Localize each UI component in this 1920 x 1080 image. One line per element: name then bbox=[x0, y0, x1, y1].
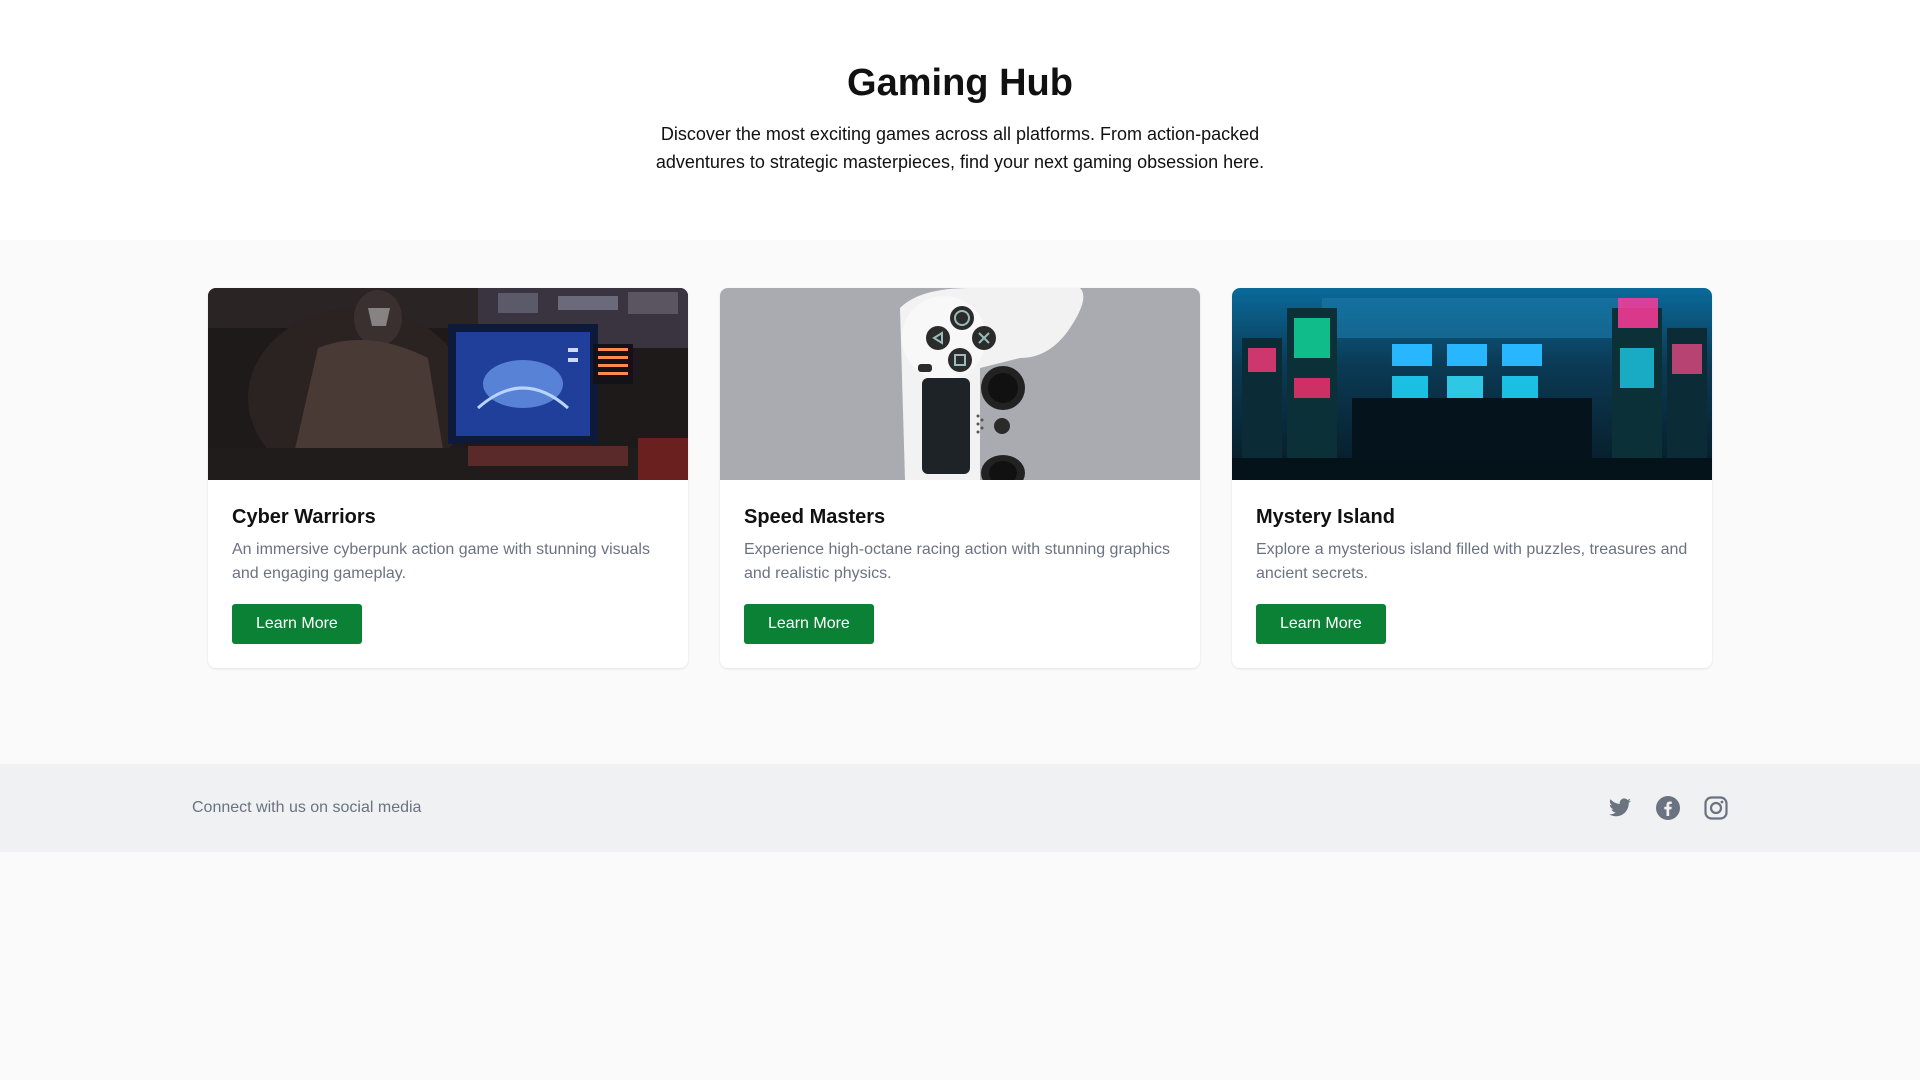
card-title: Speed Masters bbox=[744, 506, 886, 528]
card-description: Experience high-octane racing action wit… bbox=[744, 541, 1171, 582]
facebook-icon[interactable] bbox=[1656, 796, 1680, 820]
games-section: Cyber Warriors An immersive cyberpunk ac… bbox=[0, 240, 1920, 764]
instagram-icon[interactable] bbox=[1704, 796, 1728, 820]
game-card-mystery-island: Mystery Island Explore a mysterious isla… bbox=[1232, 288, 1712, 668]
game-card-cyber-warriors: Cyber Warriors An immersive cyberpunk ac… bbox=[208, 288, 688, 668]
neon-arcade-image bbox=[1232, 288, 1712, 480]
card-description: Explore a mysterious island filled with … bbox=[1256, 541, 1688, 582]
social-links bbox=[1608, 796, 1728, 820]
footer: Connect with us on social media bbox=[0, 764, 1920, 852]
game-card-speed-masters: Speed Masters Experience high-octane rac… bbox=[720, 288, 1200, 668]
twitter-icon[interactable] bbox=[1608, 796, 1632, 820]
learn-more-button[interactable]: Learn More bbox=[232, 604, 362, 644]
game-cards: Cyber Warriors An immersive cyberpunk ac… bbox=[208, 288, 1712, 668]
footer-text: Connect with us on social media bbox=[192, 799, 422, 816]
card-body: Cyber Warriors An immersive cyberpunk ac… bbox=[208, 480, 688, 668]
page-title: Gaming Hub bbox=[847, 62, 1073, 104]
esports-player-image bbox=[208, 288, 688, 480]
card-body: Mystery Island Explore a mysterious isla… bbox=[1232, 480, 1712, 668]
game-controller-image bbox=[720, 288, 1200, 480]
hero-description: Discover the most exciting games across … bbox=[655, 124, 1265, 172]
card-body: Speed Masters Experience high-octane rac… bbox=[720, 480, 1200, 668]
hero-section: Gaming Hub Discover the most exciting ga… bbox=[0, 0, 1920, 240]
card-description: An immersive cyberpunk action game with … bbox=[232, 541, 650, 582]
learn-more-button[interactable]: Learn More bbox=[744, 604, 874, 644]
page-background bbox=[0, 852, 1920, 1080]
card-title: Mystery Island bbox=[1256, 506, 1395, 528]
learn-more-button[interactable]: Learn More bbox=[1256, 604, 1386, 644]
card-title: Cyber Warriors bbox=[232, 506, 376, 528]
